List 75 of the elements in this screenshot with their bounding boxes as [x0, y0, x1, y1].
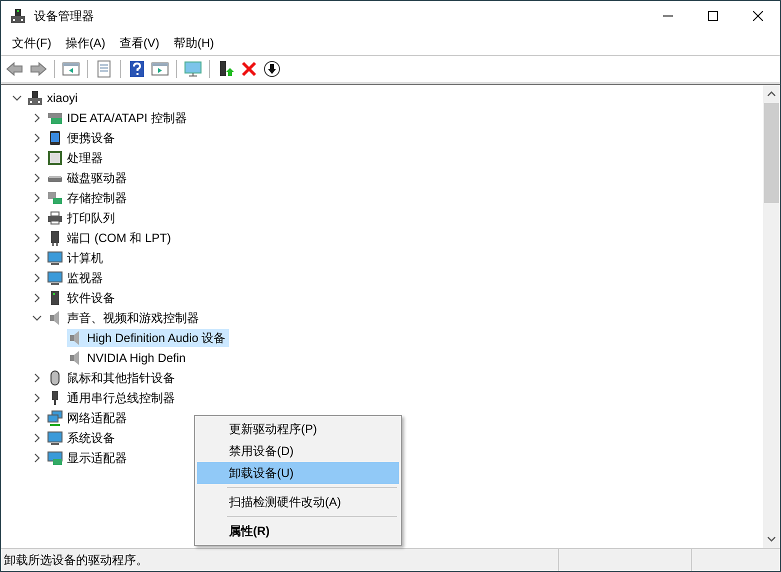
- printer-icon: [47, 210, 63, 226]
- scrollbar[interactable]: [763, 85, 780, 548]
- collapse-chevron-icon[interactable]: [12, 93, 22, 103]
- tree-item[interactable]: 声音、视频和游戏控制器: [47, 309, 202, 327]
- tree-item[interactable]: 系统设备: [47, 429, 118, 447]
- tree-item[interactable]: 计算机: [47, 249, 106, 267]
- x-icon: [240, 60, 258, 78]
- device-up-arrow-icon: [217, 60, 235, 78]
- collapse-chevron-icon[interactable]: [32, 313, 42, 323]
- down-arrow-circle-icon: [263, 60, 281, 78]
- tree-item[interactable]: 监视器: [47, 269, 106, 287]
- context-menu-item[interactable]: 属性(R): [197, 520, 399, 542]
- ide-icon: [47, 110, 63, 126]
- context-menu-item[interactable]: 卸载设备(U): [197, 462, 399, 484]
- panel-icon: [62, 60, 80, 78]
- monitor-icon: [47, 270, 63, 286]
- app-icon: [10, 8, 26, 24]
- expand-chevron-icon[interactable]: [32, 433, 42, 443]
- forward-arrow-icon: [29, 60, 47, 78]
- expand-chevron-icon[interactable]: [32, 393, 42, 403]
- tree-item[interactable]: 通用串行总线控制器: [47, 389, 178, 407]
- close-icon: [752, 11, 762, 21]
- network-icon: [47, 410, 63, 426]
- portable-icon: [47, 130, 63, 146]
- menu-item[interactable]: 文件(F): [5, 34, 58, 52]
- monitor-icon: [47, 250, 63, 266]
- expand-chevron-icon[interactable]: [32, 413, 42, 423]
- expand-chevron-icon[interactable]: [32, 213, 42, 223]
- menu-item[interactable]: 帮助(H): [166, 34, 221, 52]
- maximize-icon: [708, 11, 718, 21]
- expand-chevron-icon[interactable]: [32, 193, 42, 203]
- tree-item[interactable]: 端口 (COM 和 LPT): [47, 229, 174, 247]
- tree-item[interactable]: NVIDIA High Defin: [67, 349, 189, 367]
- expand-chevron-icon[interactable]: [32, 293, 42, 303]
- tree-item[interactable]: 便携设备: [47, 129, 118, 147]
- help-icon: [128, 60, 146, 78]
- expand-chevron-icon[interactable]: [32, 153, 42, 163]
- tree-item[interactable]: 鼠标和其他指针设备: [47, 369, 178, 387]
- tree-item[interactable]: 处理器: [47, 149, 106, 167]
- context-menu-item[interactable]: 扫描检测硬件改动(A): [197, 491, 399, 513]
- context-menu-item[interactable]: 禁用设备(D): [197, 440, 399, 462]
- expand-chevron-icon[interactable]: [32, 253, 42, 263]
- expand-chevron-icon[interactable]: [32, 113, 42, 123]
- panel-icon: [151, 60, 169, 78]
- expand-chevron-icon[interactable]: [32, 173, 42, 183]
- context-menu-item[interactable]: 更新驱动程序(P): [197, 418, 399, 440]
- tree-item[interactable]: 存储控制器: [47, 189, 130, 207]
- expand-chevron-icon[interactable]: [32, 273, 42, 283]
- expand-chevron-icon[interactable]: [32, 133, 42, 143]
- display-icon: [47, 450, 63, 466]
- back-arrow-icon: [6, 60, 24, 78]
- expand-chevron-icon[interactable]: [32, 453, 42, 463]
- scroll-thumb[interactable]: [764, 103, 779, 203]
- menu-item[interactable]: 查看(V): [112, 34, 166, 52]
- cpu-icon: [47, 150, 63, 166]
- window-title: 设备管理器: [34, 8, 94, 24]
- tree-item[interactable]: 网络适配器: [47, 409, 130, 427]
- computer-icon: [27, 90, 43, 106]
- expand-chevron-icon[interactable]: [32, 373, 42, 383]
- system-icon: [47, 430, 63, 446]
- storage-icon: [47, 190, 63, 206]
- menu-item[interactable]: 操作(A): [58, 34, 112, 52]
- tree-item[interactable]: 软件设备: [47, 289, 118, 307]
- down-arrow-circle-button[interactable]: [261, 58, 283, 80]
- tree-item[interactable]: 磁盘驱动器: [47, 169, 130, 187]
- tree-item[interactable]: 打印队列: [47, 209, 118, 227]
- status-text: 卸载所选设备的驱动程序。: [3, 552, 149, 568]
- tree-item[interactable]: xiaoyi: [27, 89, 81, 107]
- scroll-down-icon[interactable]: [767, 536, 776, 542]
- tree-item[interactable]: High Definition Audio 设备: [67, 329, 229, 347]
- expand-chevron-icon[interactable]: [32, 233, 42, 243]
- scroll-up-icon[interactable]: [767, 91, 776, 97]
- document-icon: [95, 60, 113, 78]
- tree-item[interactable]: IDE ATA/ATAPI 控制器: [47, 109, 190, 127]
- tree-item[interactable]: 显示适配器: [47, 449, 130, 467]
